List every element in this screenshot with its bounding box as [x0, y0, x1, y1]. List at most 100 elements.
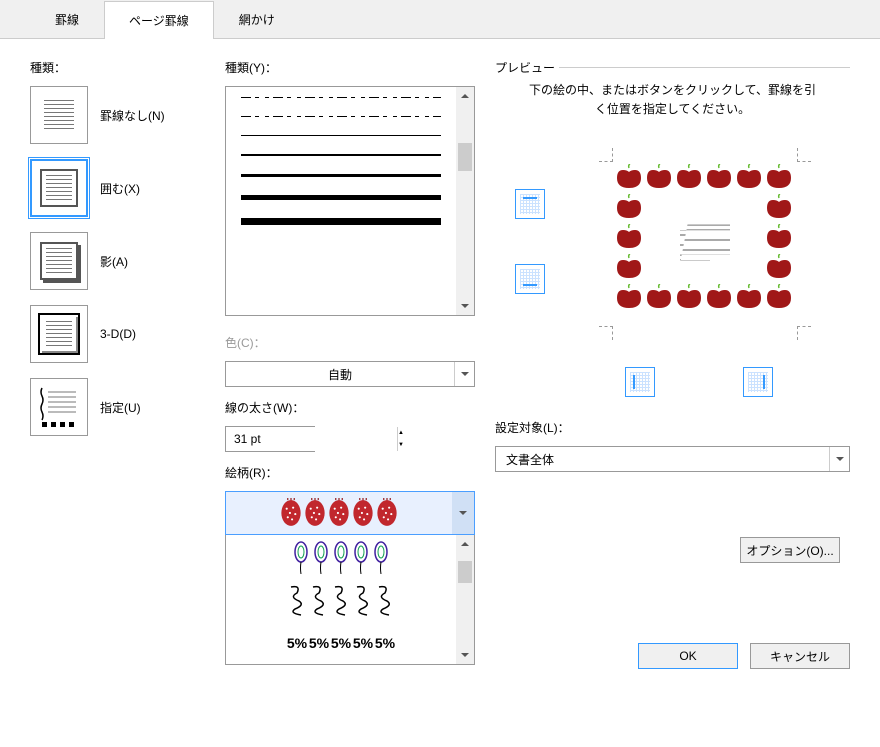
- style-solid-thin[interactable]: [241, 135, 441, 136]
- dialog-content: 種類： 罫線なし(N) 囲む(X) 影(A) 3-D(D): [0, 39, 880, 685]
- apple-icon: [615, 194, 643, 220]
- apple-border-preview: [615, 164, 795, 324]
- scroll-track[interactable]: [456, 105, 474, 297]
- scroll-down-button[interactable]: [456, 646, 474, 664]
- style-dash-dot-dot[interactable]: [241, 97, 441, 98]
- apple-icon: [765, 164, 793, 190]
- apple-icon: [705, 284, 733, 310]
- corner-mark-icon: [599, 148, 613, 162]
- preview-column: プレビュー 下の絵の中、またはボタンをクリックして、罫線を引く位置を指定してくだ…: [495, 59, 850, 665]
- tab-borders[interactable]: 罫線: [30, 0, 104, 38]
- style-column: 種類(Y)： 色(C)： 自動: [225, 59, 475, 665]
- svg-text:5%: 5%: [353, 635, 373, 651]
- tab-bar: 罫線 ページ罫線 網かけ: [0, 0, 880, 39]
- spots-icon: 5%: [353, 628, 373, 658]
- svg-text:5%: 5%: [331, 635, 351, 651]
- preview-hint: 下の絵の中、またはボタンをクリックして、罫線を引く位置を指定してください。: [525, 81, 820, 119]
- tab-shading[interactable]: 網かけ: [214, 0, 300, 38]
- feather-icon: [332, 540, 350, 574]
- scroll-down-button[interactable]: [456, 297, 474, 315]
- strawberry-icon: [280, 498, 302, 528]
- strawberry-icon: [304, 498, 326, 528]
- apple-icon: [735, 164, 763, 190]
- ok-button[interactable]: OK: [638, 643, 738, 669]
- apply-to-combo[interactable]: 文書全体: [495, 446, 850, 472]
- dialog-buttons: OK キャンセル: [638, 643, 850, 669]
- chevron-down-icon: [461, 304, 469, 308]
- art-combo-button[interactable]: [452, 492, 474, 534]
- spots-icon: 5%: [375, 628, 395, 658]
- page-border-dialog: 罫線 ページ罫線 網かけ 種類： 罫線なし(N) 囲む(X) 影(A) 3-D(…: [0, 0, 880, 747]
- cancel-button[interactable]: キャンセル: [750, 643, 850, 669]
- apple-icon: [615, 254, 643, 280]
- setting-label: 種類：: [30, 59, 205, 76]
- setting-custom[interactable]: 指定(U): [30, 378, 205, 436]
- style-thick[interactable]: [241, 174, 441, 177]
- right-border-button[interactable]: [743, 367, 773, 397]
- art-scrollbar[interactable]: [456, 535, 474, 664]
- spots-icon: 5%: [309, 628, 329, 658]
- style-solid[interactable]: [241, 154, 441, 156]
- scribble-icon: [287, 583, 307, 617]
- setting-box[interactable]: 囲む(X): [30, 159, 205, 217]
- art-dropdown-list[interactable]: 5% 5% 5% 5% 5%: [225, 535, 475, 665]
- width-up-button[interactable]: ▲: [398, 427, 404, 439]
- scroll-up-button[interactable]: [456, 87, 474, 105]
- apple-icon: [765, 224, 793, 250]
- setting-column: 種類： 罫線なし(N) 囲む(X) 影(A) 3-D(D): [30, 59, 205, 665]
- setting-none-label: 罫線なし(N): [100, 107, 165, 124]
- style-list-items: [226, 87, 456, 315]
- setting-custom-icon: [30, 378, 88, 436]
- art-selected-preview: [226, 492, 452, 534]
- corner-mark-icon: [797, 148, 811, 162]
- setting-3d[interactable]: 3-D(D): [30, 305, 205, 363]
- svg-text:5%: 5%: [287, 635, 307, 651]
- bottom-border-button[interactable]: [515, 264, 545, 294]
- style-thicker[interactable]: [241, 195, 441, 200]
- width-spinner[interactable]: ▲ ▼: [225, 426, 315, 452]
- feather-icon: [352, 540, 370, 574]
- tab-page-borders[interactable]: ページ罫線: [104, 1, 214, 39]
- scroll-thumb[interactable]: [458, 143, 472, 171]
- setting-custom-label: 指定(U): [100, 399, 141, 416]
- feather-icon: [372, 540, 390, 574]
- setting-shadow[interactable]: 影(A): [30, 232, 205, 290]
- preview-fieldset: プレビュー 下の絵の中、またはボタンをクリックして、罫線を引く位置を指定してくだ…: [495, 59, 850, 472]
- scribble-icon: [375, 583, 395, 617]
- scroll-track[interactable]: [456, 553, 474, 646]
- setting-none[interactable]: 罫線なし(N): [30, 86, 205, 144]
- apple-icon: [675, 164, 703, 190]
- art-combo[interactable]: [225, 491, 475, 535]
- apple-icon: [765, 284, 793, 310]
- strawberry-icon: [352, 498, 374, 528]
- style-scrollbar[interactable]: [456, 87, 474, 315]
- chevron-down-icon: [459, 511, 467, 515]
- page-preview[interactable]: [605, 154, 805, 334]
- style-listbox[interactable]: [225, 86, 475, 316]
- border-top-icon: [521, 195, 539, 213]
- style-dash-dot-dot-2[interactable]: [241, 116, 441, 117]
- scroll-thumb[interactable]: [458, 561, 472, 583]
- art-option-scribble[interactable]: [226, 578, 456, 621]
- color-combo[interactable]: 自動: [225, 361, 475, 387]
- apple-icon: [615, 164, 643, 190]
- width-down-button[interactable]: ▼: [398, 439, 404, 451]
- color-combo-button[interactable]: [454, 362, 474, 386]
- top-border-button[interactable]: [515, 189, 545, 219]
- apply-to-combo-button[interactable]: [829, 447, 849, 471]
- apple-icon: [735, 284, 763, 310]
- setting-box-label: 囲む(X): [100, 180, 140, 197]
- corner-mark-icon: [599, 326, 613, 340]
- art-option-spots[interactable]: 5% 5% 5% 5% 5%: [226, 621, 456, 664]
- art-label: 絵柄(R)：: [225, 464, 475, 481]
- left-border-button[interactable]: [625, 367, 655, 397]
- scroll-up-button[interactable]: [456, 535, 474, 553]
- apply-to-value: 文書全体: [496, 451, 829, 468]
- style-thickest[interactable]: [241, 218, 441, 225]
- scribble-icon: [309, 583, 329, 617]
- chevron-up-icon: [461, 94, 469, 98]
- chevron-up-icon: [461, 542, 469, 546]
- width-input[interactable]: [226, 427, 397, 451]
- options-button[interactable]: オプション(O)...: [740, 537, 840, 563]
- art-option-feathers[interactable]: [226, 535, 456, 578]
